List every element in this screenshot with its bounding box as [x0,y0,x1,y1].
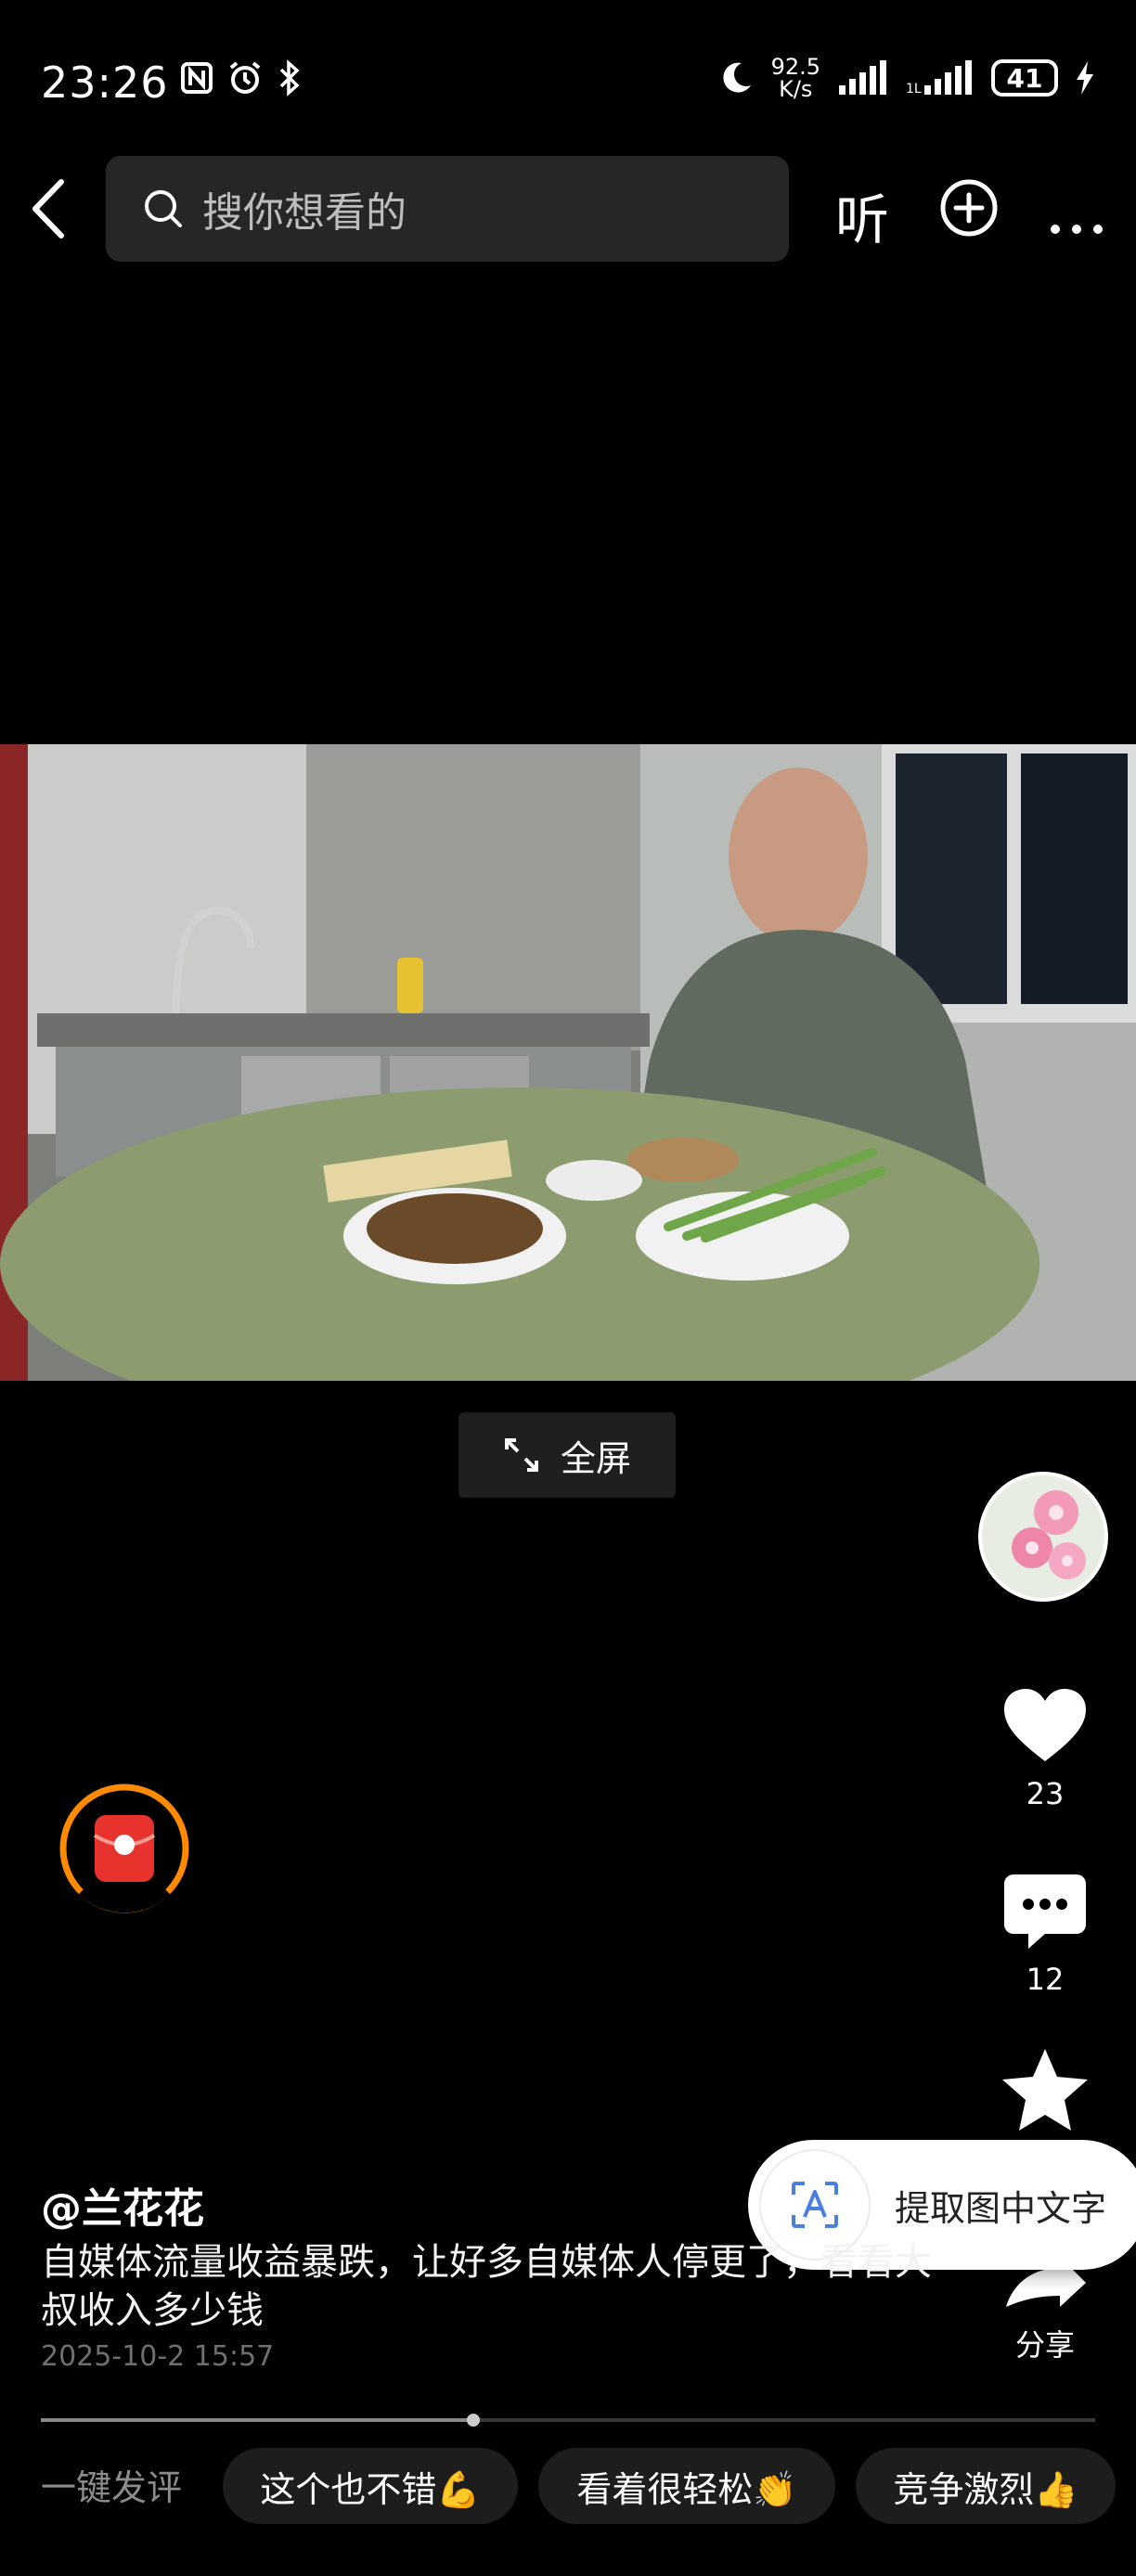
comment-bubble-icon [1004,1874,1086,1949]
nfc-icon [181,62,213,94]
signal-icon [839,60,886,95]
quick-comment-label: 一键发评 [41,2467,183,2508]
progress-knob[interactable] [466,2414,480,2427]
video-player[interactable] [0,744,1136,1381]
more-button[interactable] [1049,202,1104,245]
flower-avatar-image [982,1475,1104,1598]
expand-icon [504,1438,538,1472]
bluetooth-icon [279,59,300,97]
comment-count: 12 [1026,1962,1065,1997]
listen-button[interactable]: 听 [835,176,889,254]
quick-comment-chip[interactable]: 这个也不错💪 [223,2448,518,2524]
author-avatar[interactable] [978,1472,1108,1602]
search-input[interactable]: 搜你想看的 [106,156,789,262]
author-name[interactable]: @兰花花 [41,2175,204,2235]
moon-icon [722,62,751,93]
chevron-left-icon [32,179,64,238]
quick-comment-chip[interactable]: 竞争激烈👍 [856,2448,1116,2524]
share-label: 分享 [1014,2327,1075,2363]
status-time: 23:26 [41,58,169,108]
text-scan-icon [792,2182,838,2228]
ocr-label: 提取图中文字 [895,2187,1107,2229]
svg-text:1L: 1L [906,82,922,97]
signal-2-icon: 1L [906,60,972,97]
favorite-action[interactable] [980,2047,1110,2136]
plus-circle-icon [940,179,998,237]
back-button[interactable] [22,176,78,241]
post-description: 自媒体流量收益暴跌，让好多自媒体人停更了，看看大叔收入多少钱 [41,2241,932,2332]
heart-icon [1004,1689,1086,1761]
post-date: 2025-10-2 15:57 [41,2340,275,2373]
net-speed: 92.5 K/s [771,56,820,100]
star-icon [1002,2049,1088,2131]
alarm-icon [229,61,261,94]
add-button[interactable] [939,178,999,238]
red-packet-button[interactable] [58,1782,191,1915]
search-icon [145,190,182,227]
battery-indicator: 41 [991,59,1058,97]
net-speed-value: 92.5 [770,54,820,80]
search-placeholder: 搜你想看的 [202,189,407,237]
fullscreen-button[interactable]: 全屏 [458,1412,676,1498]
comment-action[interactable]: 12 [980,1873,1110,1997]
status-icons-left [180,59,303,97]
more-dots-icon [1051,225,1103,234]
net-speed-unit: K/s [779,76,813,102]
share-action[interactable]: 分享 [980,2255,1110,2364]
charging-icon [1077,61,1093,95]
quick-comment-chip[interactable]: 看着很轻松👏 [538,2448,835,2524]
status-icons-right: 92.5 K/s 1L 41 [717,56,1095,100]
like-action[interactable]: 23 [980,1687,1110,1811]
progress-fill [41,2418,473,2422]
fullscreen-label: 全屏 [560,1437,631,1479]
like-count: 23 [1026,1776,1065,1811]
video-frame [0,744,1136,1381]
red-packet-icon [59,1784,189,1913]
